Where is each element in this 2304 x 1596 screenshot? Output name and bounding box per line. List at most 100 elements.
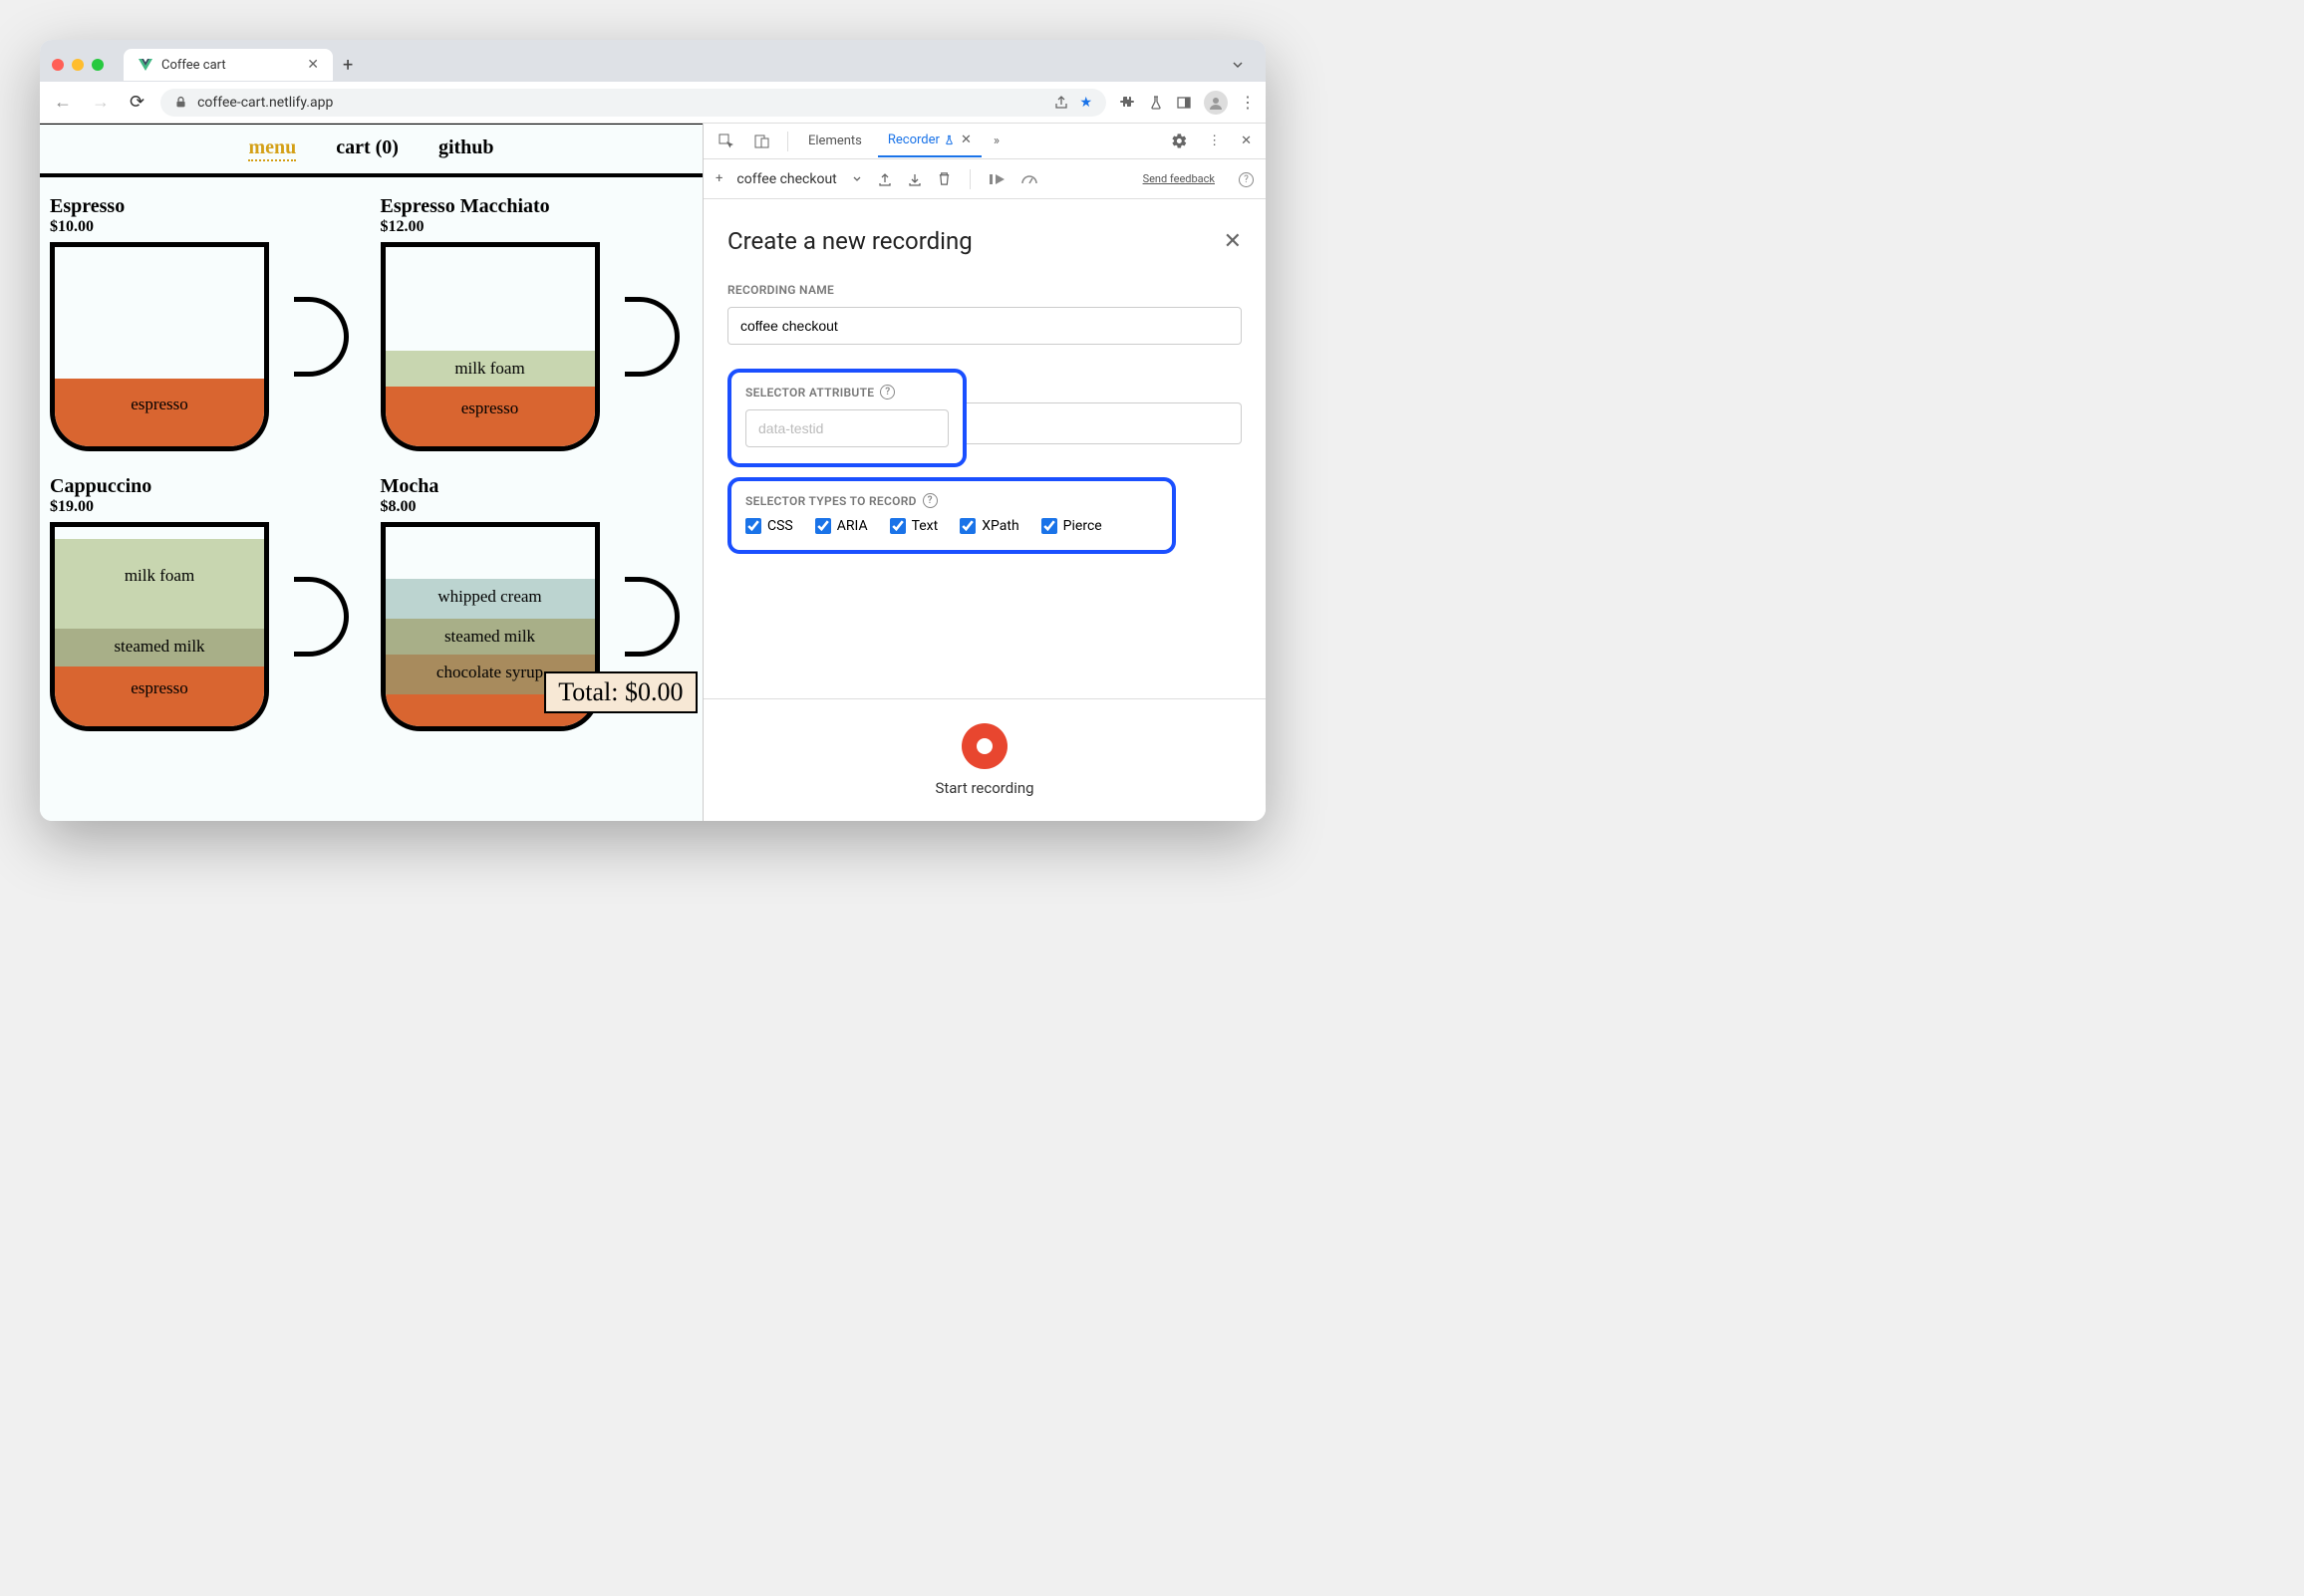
reload-button[interactable]: ⟳ (126, 88, 148, 117)
tab-close-icon[interactable]: ✕ (307, 57, 319, 73)
settings-gear-icon[interactable] (1165, 129, 1194, 153)
devtools-menu-icon[interactable]: ⋮ (1202, 130, 1227, 152)
cup-handle (625, 297, 680, 377)
close-window-button[interactable] (52, 59, 64, 71)
flask-icon (944, 134, 955, 145)
devtools-panel: Elements Recorder ✕ » ⋮ ✕ + coffee check… (703, 124, 1266, 821)
tab-bar: Coffee cart ✕ + (40, 40, 1266, 82)
new-recording-icon[interactable]: + (716, 171, 722, 186)
checkbox-text[interactable]: Text (890, 518, 939, 534)
selector-types-highlight: SELECTOR TYPES TO RECORD ? CSS ARIA Text… (727, 477, 1176, 554)
recording-name-label: RECORDING NAME (727, 283, 1242, 297)
product-name: Mocha (381, 475, 694, 498)
address-bar[interactable]: coffee-cart.netlify.app ★ (160, 89, 1106, 117)
layer-steamed-milk: steamed milk (386, 619, 595, 655)
performance-icon[interactable] (1020, 171, 1038, 187)
more-tabs-icon[interactable]: » (988, 130, 1006, 152)
cup-handle (625, 577, 680, 657)
vue-favicon-icon (138, 57, 153, 73)
product-price: $12.00 (381, 218, 694, 236)
devtools-close-icon[interactable]: ✕ (1235, 130, 1258, 152)
maximize-window-button[interactable] (92, 59, 104, 71)
coffee-cup[interactable]: milk foam steamed milk espresso (50, 522, 269, 731)
panel-icon[interactable] (1176, 95, 1192, 111)
content-area: menu cart (0) github Espresso $10.00 esp… (40, 124, 1266, 821)
nav-github-link[interactable]: github (438, 136, 494, 161)
coffee-cup[interactable]: milk foam espresso (381, 242, 600, 451)
start-recording-button[interactable] (962, 723, 1008, 769)
panel-close-icon[interactable]: ✕ (1224, 229, 1242, 254)
nav-menu-link[interactable]: menu (248, 136, 296, 161)
selector-attribute-highlight: SELECTOR ATTRIBUTE ? (727, 369, 967, 467)
inspect-element-icon[interactable] (712, 129, 741, 154)
start-recording-label: Start recording (727, 779, 1242, 797)
start-recording-area: Start recording (704, 698, 1266, 821)
checkbox-aria[interactable]: ARIA (815, 518, 868, 534)
recording-name-input[interactable] (727, 307, 1242, 345)
window-controls (52, 59, 104, 71)
kebab-menu-icon[interactable]: ⋮ (1240, 93, 1256, 112)
layer-steamed-milk: steamed milk (55, 629, 264, 666)
product-name: Espresso (50, 195, 363, 218)
coffee-cup[interactable]: espresso (50, 242, 269, 451)
forward-button[interactable]: → (88, 88, 114, 117)
product-mocha: Mocha $8.00 whipped cream steamed milk c… (381, 475, 694, 731)
cart-total-badge[interactable]: Total: $0.00 (544, 671, 697, 713)
page-viewport: menu cart (0) github Espresso $10.00 esp… (40, 124, 703, 821)
checkbox-xpath[interactable]: XPath (960, 518, 1018, 534)
browser-window: Coffee cart ✕ + ← → ⟳ coffee-cart.netlif… (40, 40, 1266, 821)
tab-recorder[interactable]: Recorder ✕ (878, 125, 982, 157)
toolbar-right: ⋮ (1118, 91, 1256, 115)
recording-dropdown-icon[interactable] (851, 173, 863, 185)
product-price: $19.00 (50, 498, 363, 516)
recording-name-toolbar[interactable]: coffee checkout (736, 171, 836, 187)
product-grid: Espresso $10.00 espresso Espresso Macchi… (40, 173, 703, 749)
create-recording-panel: Create a new recording ✕ RECORDING NAME … (704, 199, 1266, 698)
lock-icon (174, 96, 187, 109)
close-tab-icon[interactable]: ✕ (961, 133, 972, 147)
nav-cart-link[interactable]: cart (0) (336, 136, 399, 161)
layer-milk-foam: milk foam (386, 351, 595, 387)
tab-list-dropdown-icon[interactable] (1230, 57, 1246, 73)
tab-recorder-label: Recorder (888, 133, 940, 147)
selector-attribute-input[interactable] (745, 409, 949, 447)
product-price: $8.00 (381, 498, 694, 516)
tab-title: Coffee cart (161, 58, 226, 73)
back-button[interactable]: ← (50, 88, 76, 117)
send-feedback-link[interactable]: Send feedback (1143, 172, 1215, 185)
device-toolbar-icon[interactable] (747, 129, 777, 154)
help-icon[interactable]: ? (1239, 172, 1254, 187)
product-price: $10.00 (50, 218, 363, 236)
delete-icon[interactable] (937, 171, 952, 186)
extensions-icon[interactable] (1118, 94, 1136, 112)
bookmark-star-icon[interactable]: ★ (1079, 95, 1092, 111)
help-icon[interactable]: ? (880, 385, 895, 399)
help-icon[interactable]: ? (923, 493, 938, 508)
selector-attribute-label: SELECTOR ATTRIBUTE ? (745, 385, 949, 399)
minimize-window-button[interactable] (72, 59, 84, 71)
cup-handle (294, 577, 349, 657)
browser-tab[interactable]: Coffee cart ✕ (124, 49, 333, 81)
export-icon[interactable] (877, 171, 893, 187)
new-tab-button[interactable]: + (343, 55, 353, 76)
product-name: Cappuccino (50, 475, 363, 498)
product-espresso-macchiato: Espresso Macchiato $12.00 milk foam espr… (381, 195, 694, 451)
product-name: Espresso Macchiato (381, 195, 694, 218)
product-cappuccino: Cappuccino $19.00 milk foam steamed milk… (50, 475, 363, 731)
site-nav: menu cart (0) github (40, 125, 703, 173)
tab-elements[interactable]: Elements (798, 126, 872, 156)
checkbox-css[interactable]: CSS (745, 518, 793, 534)
url-text: coffee-cart.netlify.app (197, 95, 333, 111)
panel-title: Create a new recording (727, 227, 973, 255)
toolbar: ← → ⟳ coffee-cart.netlify.app ★ ⋮ (40, 82, 1266, 124)
devtools-tab-bar: Elements Recorder ✕ » ⋮ ✕ (704, 124, 1266, 159)
profile-avatar-icon[interactable] (1204, 91, 1228, 115)
share-icon[interactable] (1053, 95, 1069, 111)
cup-handle (294, 297, 349, 377)
checkbox-pierce[interactable]: Pierce (1041, 518, 1102, 534)
replay-icon[interactable] (989, 171, 1007, 187)
import-icon[interactable] (907, 171, 923, 187)
selector-types-label: SELECTOR TYPES TO RECORD ? (745, 493, 1158, 508)
labs-icon[interactable] (1148, 95, 1164, 111)
layer-whipped-cream: whipped cream (386, 579, 595, 619)
